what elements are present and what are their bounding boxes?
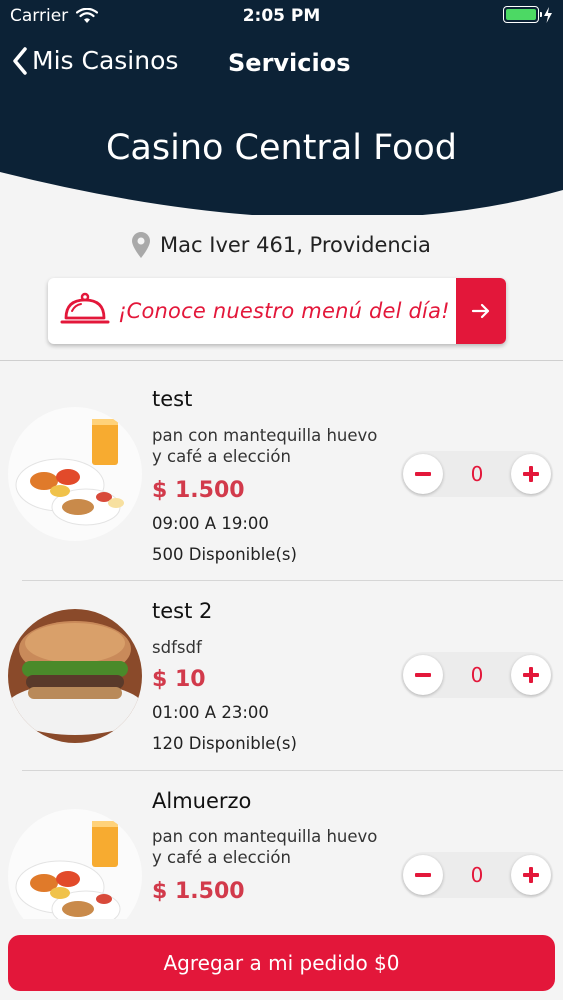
product-availability: 500 Disponible(s) bbox=[152, 545, 297, 564]
quantity-value: 0 bbox=[470, 663, 484, 687]
product-hours: 09:00 A 19:00 bbox=[152, 514, 269, 533]
product-image-burger bbox=[8, 609, 142, 743]
status-bar: Carrier 2:05 PM bbox=[0, 0, 563, 32]
back-button[interactable]: Mis Casinos bbox=[12, 46, 178, 75]
chevron-left-icon bbox=[13, 46, 27, 75]
back-button-label: Mis Casinos bbox=[32, 46, 179, 75]
product-item: Almuerzo pan con mantequilla huevo y caf… bbox=[0, 771, 563, 919]
battery-indicator bbox=[503, 6, 553, 23]
minus-icon bbox=[415, 673, 431, 677]
quantity-value: 0 bbox=[470, 863, 484, 887]
casino-name: Casino Central Food bbox=[105, 128, 458, 168]
minus-icon bbox=[415, 472, 431, 476]
daily-menu-text: ¡Conoce nuestro menú del día! bbox=[118, 299, 450, 323]
increase-button[interactable] bbox=[510, 454, 551, 494]
product-price: $ 1.500 bbox=[152, 478, 245, 503]
product-name: test 2 bbox=[152, 599, 213, 623]
product-image-breakfast bbox=[8, 809, 142, 919]
product-item: test pan con mantequilla huevo y café a … bbox=[0, 361, 563, 581]
plus-icon bbox=[522, 667, 539, 683]
daily-menu-banner[interactable]: ¡Conoce nuestro menú del día! bbox=[48, 278, 506, 344]
quantity-stepper: 0 bbox=[401, 852, 553, 898]
navigation-bar: Mis Casinos Servicios bbox=[0, 40, 563, 86]
quantity-stepper: 0 bbox=[401, 451, 553, 497]
header-background bbox=[0, 0, 563, 215]
casino-address: Mac Iver 461, Providencia bbox=[0, 232, 563, 258]
product-name: test bbox=[152, 387, 193, 411]
plus-icon bbox=[522, 867, 539, 883]
product-description: sdfsdf bbox=[152, 638, 202, 657]
product-price: $ 1.500 bbox=[152, 879, 245, 904]
decrease-button[interactable] bbox=[403, 655, 443, 695]
nav-title: Servicios bbox=[228, 49, 351, 77]
product-item: test 2 sdfsdf $ 10 01:00 A 23:00 120 Dis… bbox=[0, 581, 563, 771]
plus-icon bbox=[522, 466, 539, 482]
header: Carrier 2:05 PM Mis Casinos Servicios Ca… bbox=[0, 0, 563, 215]
decrease-button[interactable] bbox=[403, 454, 443, 494]
product-image-breakfast bbox=[8, 407, 142, 541]
product-name: Almuerzo bbox=[152, 789, 252, 813]
minus-icon bbox=[415, 873, 431, 877]
address-text: Mac Iver 461, Providencia bbox=[160, 233, 431, 257]
location-pin-icon bbox=[132, 232, 151, 258]
increase-button[interactable] bbox=[510, 855, 551, 895]
product-price: $ 10 bbox=[152, 667, 206, 692]
quantity-value: 0 bbox=[470, 462, 484, 486]
daily-menu-arrow-button[interactable] bbox=[456, 278, 506, 344]
product-description: pan con mantequilla huevo y café a elecc… bbox=[152, 827, 378, 867]
charging-bolt-icon bbox=[544, 6, 552, 23]
quantity-stepper: 0 bbox=[401, 652, 553, 698]
product-hours: 01:00 A 23:00 bbox=[152, 703, 269, 722]
status-time: 2:05 PM bbox=[242, 6, 321, 26]
add-to-order-button[interactable]: Agregar a mi pedido $0 bbox=[8, 935, 555, 991]
product-availability: 120 Disponible(s) bbox=[152, 734, 297, 753]
cloche-icon bbox=[60, 292, 110, 324]
decrease-button[interactable] bbox=[403, 855, 443, 895]
product-description: pan con mantequilla huevo y café a elecc… bbox=[152, 426, 378, 466]
arrow-right-icon bbox=[471, 303, 490, 319]
increase-button[interactable] bbox=[510, 655, 551, 695]
battery-icon bbox=[503, 6, 542, 23]
